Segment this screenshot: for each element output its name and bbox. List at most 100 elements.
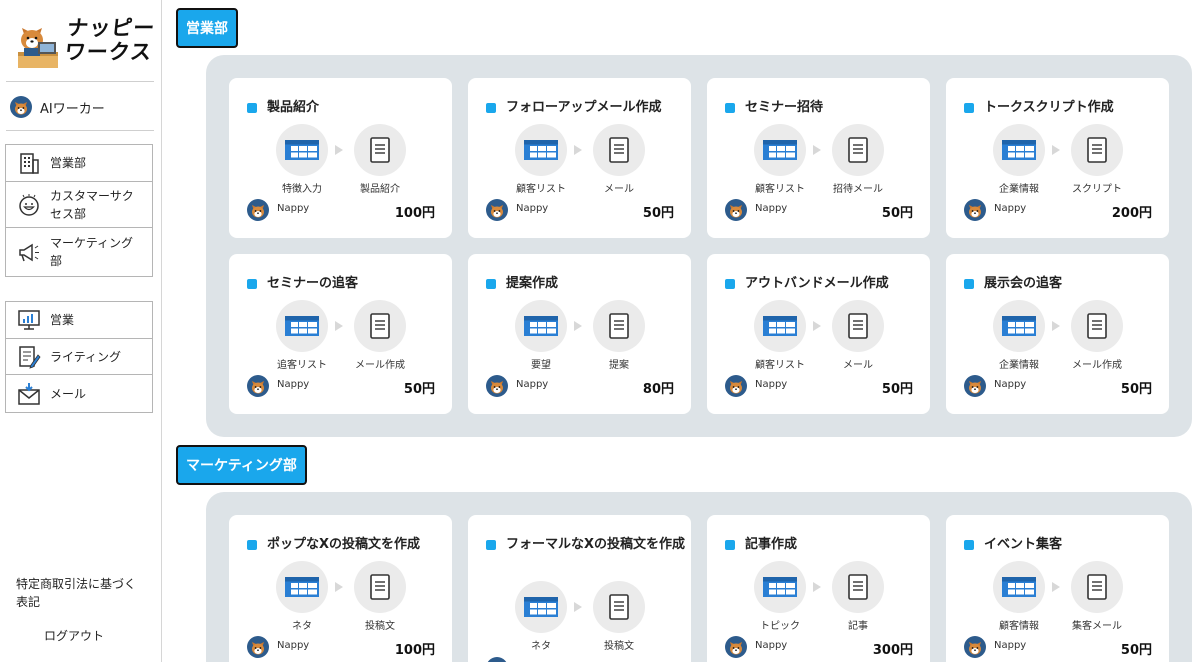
input-node xyxy=(276,300,328,352)
price: 50円 xyxy=(881,382,913,397)
card-title-text: フォーマルなXの投稿文を作成 xyxy=(506,537,686,552)
avatar xyxy=(486,375,508,397)
card-footer: Nappy 50円 xyxy=(725,199,913,223)
workflow-diagram: 追客リスト メール作成 xyxy=(276,300,406,371)
output-node xyxy=(832,561,884,613)
author-name: Nappy xyxy=(277,640,310,651)
bullet-square-icon xyxy=(486,279,496,289)
workflow-card[interactable]: フォローアップメール作成 顧客リスト メール Nappy 50円 xyxy=(468,78,691,238)
logout-link[interactable]: ログアウト xyxy=(44,627,104,644)
workflow-card[interactable]: 記事作成 トピック 記事 Nappy 300円 xyxy=(707,515,930,662)
section-label-marketing: マーケティング部 xyxy=(176,445,307,485)
workflow-card[interactable]: トークスクリプト作成 企業情報 スクリプト Nappy 200円 xyxy=(946,78,1169,238)
card-footer: Nappy xyxy=(486,657,674,662)
legal-notice-link[interactable]: 特定商取引法に基づく表記 xyxy=(16,575,146,611)
input-label: 顧客リスト xyxy=(516,184,566,195)
sidebar-item-sales-dept[interactable]: 営業部 xyxy=(6,145,152,182)
workflow-card[interactable]: 展示会の追客 企業情報 メール作成 Nappy 50円 xyxy=(946,254,1169,414)
author-name: Nappy xyxy=(755,203,788,214)
document-icon xyxy=(370,574,390,600)
document-icon xyxy=(1087,574,1107,600)
document-icon xyxy=(609,313,629,339)
workflow-card[interactable]: フォーマルなXの投稿文を作成ネタ 投稿文 Nappy xyxy=(468,515,691,662)
bullet-square-icon xyxy=(964,103,974,113)
output-label: 招待メール xyxy=(833,184,883,195)
card-title-text: 提案作成 xyxy=(506,276,559,291)
card-footer: Nappy 100円 xyxy=(247,636,435,660)
workflow-card[interactable]: アウトバンドメール作成 顧客リスト メール Nappy 50円 xyxy=(707,254,930,414)
price: 50円 xyxy=(881,206,913,221)
workflow-card[interactable]: ポップなXの投稿文を作成 ネタ 投稿文 Nappy 100円 xyxy=(229,515,452,662)
bullet-square-icon xyxy=(725,279,735,289)
smile-face-icon xyxy=(16,192,42,218)
avatar xyxy=(964,199,986,221)
output-label: 提案 xyxy=(609,360,629,371)
output-label: スクリプト xyxy=(1072,184,1122,195)
table-icon xyxy=(285,316,319,336)
input-node xyxy=(754,124,806,176)
card-title-text: 製品紹介 xyxy=(267,100,320,115)
logo[interactable]: ナッピー ワークス xyxy=(8,10,158,70)
workflow-card[interactable]: セミナー招待 顧客リスト 招待メール Nappy 50円 xyxy=(707,78,930,238)
bullet-square-icon xyxy=(247,279,257,289)
department-menu: 営業部 カスタマーサクセス部 マーケティング部 xyxy=(5,144,153,277)
sidebar-item-customer-success-dept[interactable]: カスタマーサクセス部 xyxy=(6,182,152,228)
sidebar-item-marketing-dept[interactable]: マーケティング部 xyxy=(6,228,152,276)
logo-text: ナッピー ワークス xyxy=(63,16,157,64)
table-icon xyxy=(763,577,797,597)
card-title-text: イベント集客 xyxy=(984,537,1063,552)
card-footer: Nappy 50円 xyxy=(247,375,435,399)
author-name: Nappy xyxy=(755,379,788,390)
table-icon xyxy=(1002,140,1036,160)
output-node xyxy=(593,124,645,176)
output-node xyxy=(1071,124,1123,176)
card-footer: Nappy 50円 xyxy=(964,636,1152,660)
output-label: メール作成 xyxy=(1072,360,1122,371)
table-icon xyxy=(524,597,558,617)
workflow-diagram: ネタ 投稿文 xyxy=(276,561,406,632)
arrow-right-icon xyxy=(813,321,821,331)
input-label: 企業情報 xyxy=(999,184,1039,195)
document-icon xyxy=(370,137,390,163)
workflow-diagram: 企業情報 スクリプト xyxy=(993,124,1123,195)
card-title: 記事作成 xyxy=(725,535,925,555)
price: 50円 xyxy=(1120,643,1152,658)
monitor-chart-icon xyxy=(16,307,42,333)
input-label: ネタ xyxy=(292,621,312,632)
document-icon xyxy=(848,137,868,163)
sidebar-item-sales[interactable]: 営業 xyxy=(6,302,152,339)
ai-worker-link[interactable]: AIワーカー xyxy=(10,94,105,120)
output-label: 投稿文 xyxy=(604,641,634,652)
output-label: 記事 xyxy=(848,621,868,632)
workflow-diagram: 顧客リスト メール xyxy=(754,300,884,371)
bullet-square-icon xyxy=(247,540,257,550)
table-icon xyxy=(285,140,319,160)
workflow-card[interactable]: セミナーの追客追客リスト メール作成 Nappy 50円 xyxy=(229,254,452,414)
main-content: 営業部 製品紹介 特徴入力 製品紹介 Nappy 100円 フォローアップメール作成 顧客リ… xyxy=(162,0,1200,662)
input-node xyxy=(276,561,328,613)
input-node xyxy=(993,561,1045,613)
price: 80円 xyxy=(642,382,674,397)
workflow-card[interactable]: イベント集客 顧客情報 集客メール Nappy 50円 xyxy=(946,515,1169,662)
envelope-icon xyxy=(16,381,42,407)
sidebar-item-mail[interactable]: メール xyxy=(6,375,152,412)
input-node xyxy=(754,561,806,613)
output-node xyxy=(593,300,645,352)
output-label: 集客メール xyxy=(1072,621,1122,632)
card-title: イベント集客 xyxy=(964,535,1164,555)
workflow-card[interactable]: 製品紹介 特徴入力 製品紹介 Nappy 100円 xyxy=(229,78,452,238)
megaphone-icon xyxy=(16,239,42,265)
sidebar-item-writing[interactable]: ライティング xyxy=(6,339,152,375)
input-node xyxy=(993,300,1045,352)
author-name: Nappy xyxy=(994,203,1027,214)
output-label: メール xyxy=(843,360,873,371)
workflow-card[interactable]: 提案作成 要望 提案 Nappy 80円 xyxy=(468,254,691,414)
output-label: 投稿文 xyxy=(365,621,395,632)
table-icon xyxy=(1002,577,1036,597)
arrow-right-icon xyxy=(1052,582,1060,592)
price: 300円 xyxy=(872,643,913,658)
category-menu: 営業 ライティング メール xyxy=(5,301,153,413)
price: 50円 xyxy=(403,382,435,397)
mascot-logo-icon xyxy=(18,28,58,68)
card-title-text: セミナーの追客 xyxy=(267,276,359,291)
